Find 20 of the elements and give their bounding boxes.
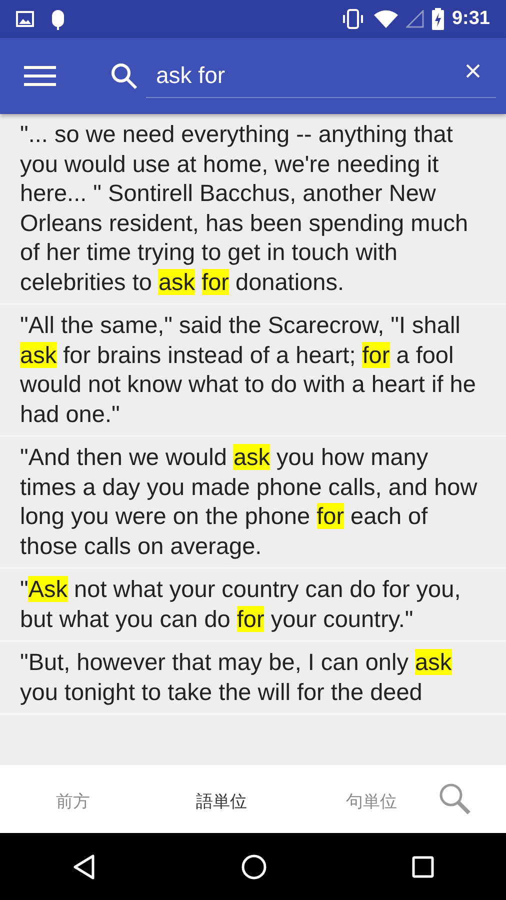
result-sentence[interactable]: "... so we need everything -- anything that you would use at home, we're needing it here... " Sontirell Bacchus, another New Orleans resident, has been spending much of her time trying to get in touch with celebrities to ask for donations. [0, 114, 506, 305]
search-icon[interactable] [438, 782, 472, 816]
wifi-icon [374, 10, 398, 28]
clock-time: 9:31 [452, 6, 490, 31]
bottom-tab[interactable]: 前方 [50, 785, 96, 818]
back-button[interactable] [72, 854, 96, 880]
menu-button[interactable] [24, 65, 56, 87]
bottom-tab[interactable]: 語単位 [190, 785, 253, 818]
result-sentence[interactable]: "All the same," said the Scarecrow, "I shall ask for brains instead of a heart; for a fool would not know what to do with a heart if he had one." [0, 305, 506, 437]
result-sentence[interactable]: "But, however that may be, I can only ask you tonight to take the will for the deed [0, 642, 506, 715]
battery-icon [432, 8, 444, 30]
image-icon [16, 11, 34, 27]
result-sentence[interactable]: "And then we would ask you how many times a day you made phone calls, and how long you were on the phone for each of those calls on average. [0, 437, 506, 569]
search-icon [110, 62, 138, 90]
home-button[interactable] [240, 854, 267, 880]
result-sentence[interactable]: "Ask not what your country can do for you, but what you can do for your country." [0, 569, 506, 642]
recents-button[interactable] [412, 856, 434, 878]
clear-button[interactable] [466, 64, 480, 78]
signal-icon [406, 10, 424, 28]
bottom-tab[interactable]: 句単位 [340, 785, 403, 818]
